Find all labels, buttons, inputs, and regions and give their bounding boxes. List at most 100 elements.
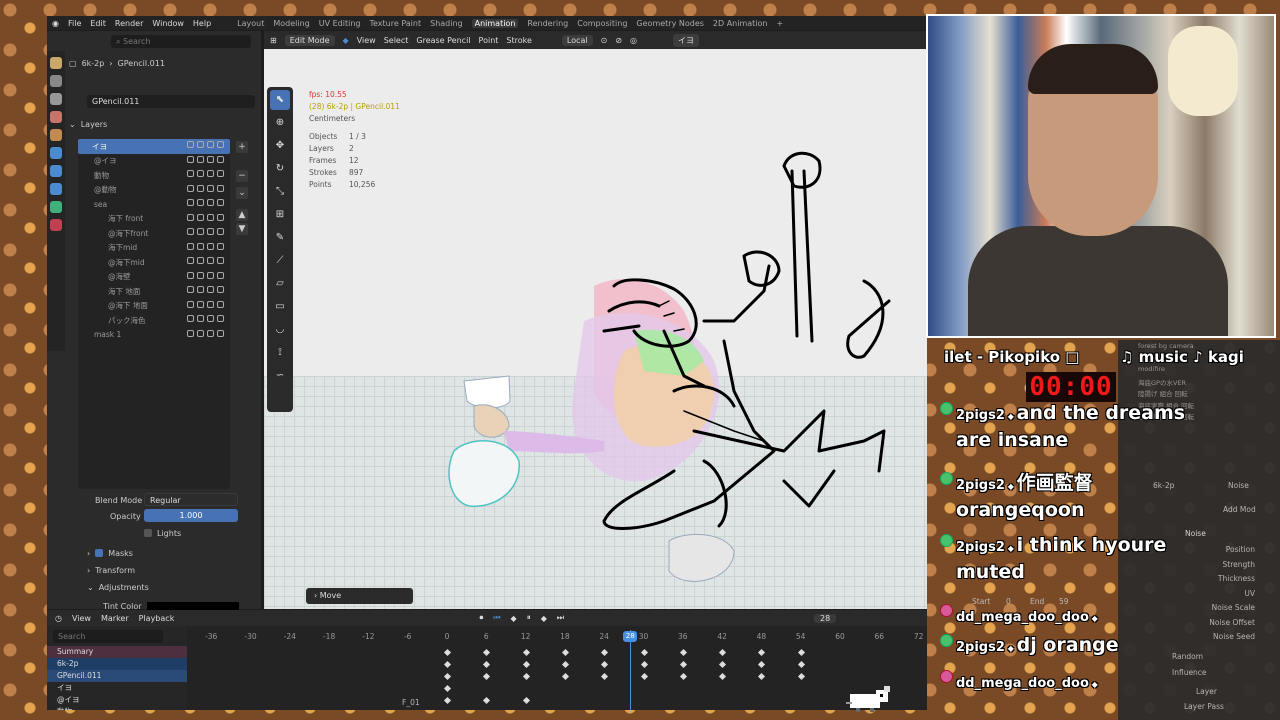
constraints-tab-icon[interactable] (50, 183, 62, 195)
editor-type-icon[interactable]: ◷ (55, 614, 62, 623)
onion-toggle-icon[interactable] (197, 141, 204, 148)
3d-viewport[interactable]: ⊞ Edit Mode ◆ View Select Grease Pencil … (264, 31, 927, 609)
keyframe[interactable] (483, 660, 491, 669)
keyframe[interactable] (797, 672, 805, 681)
workspace-tab-animation[interactable]: Animation (471, 18, 519, 28)
visibility-eye-icon[interactable] (207, 329, 214, 337)
move-layer-down-button[interactable]: ▼ (236, 223, 248, 235)
viewport-menu-view[interactable]: View (357, 36, 376, 45)
lock-icon[interactable] (217, 141, 224, 148)
lock-icon[interactable] (217, 170, 224, 177)
layer-row[interactable]: sea (78, 197, 230, 212)
frame-ruler[interactable]: -36 -30 -24 -18 -12 -6 0 6 12 18 24 2830 36 42 48 54 60 6… (187, 632, 927, 644)
layer-row[interactable]: @海下front (78, 226, 230, 241)
keyframe[interactable] (522, 696, 530, 705)
shader-fx-tab-icon[interactable] (50, 165, 62, 177)
channel-row[interactable]: GPencil.011 (47, 670, 187, 682)
proportional-icon[interactable]: ◎ (630, 36, 637, 45)
mask-toggle-icon[interactable] (187, 141, 194, 148)
keyframe[interactable] (483, 696, 491, 705)
keyframe[interactable] (797, 648, 805, 657)
keyframe[interactable] (601, 672, 609, 681)
to-sphere-tool-icon[interactable]: ▭ (270, 297, 290, 317)
workspace-tab-compositing[interactable]: Compositing (577, 19, 627, 28)
menu-edit[interactable]: Edit (90, 19, 106, 28)
channel-row[interactable]: 6k-2p (47, 658, 187, 670)
keyframe[interactable] (443, 672, 452, 681)
keyframe[interactable] (719, 648, 727, 657)
keyframe[interactable] (561, 672, 569, 681)
lock-icon[interactable] (217, 155, 224, 163)
lock-icon[interactable] (217, 213, 224, 221)
lock-icon[interactable] (217, 242, 224, 250)
viewport-menu-stroke[interactable]: Stroke (506, 36, 532, 45)
mask-toggle-icon[interactable] (187, 329, 194, 337)
data-tab-icon[interactable] (50, 201, 62, 213)
layer-row[interactable]: @動物 (78, 183, 230, 198)
layer-row[interactable]: @イヨ (78, 154, 230, 169)
lock-icon[interactable] (217, 257, 224, 264)
mask-toggle-icon[interactable] (187, 315, 194, 322)
lock-icon[interactable] (217, 300, 224, 308)
lights-checkbox[interactable] (144, 529, 152, 537)
keyframe-area[interactable] (187, 646, 927, 710)
workspace-tab-texture-paint[interactable]: Texture Paint (369, 19, 421, 28)
mask-toggle-icon[interactable] (187, 271, 194, 279)
shear-tool-icon[interactable]: ▱ (270, 274, 290, 294)
keyframe[interactable] (719, 672, 727, 681)
datablock-field[interactable]: GPencil.011 (87, 95, 255, 108)
menu-file[interactable]: File (68, 19, 81, 28)
last-operator-panel[interactable]: › Move (306, 588, 413, 604)
mask-toggle-icon[interactable] (187, 242, 194, 250)
mask-toggle-icon[interactable] (187, 286, 194, 293)
keyframe[interactable] (443, 660, 452, 669)
next-key-icon[interactable]: ◆ (541, 614, 547, 623)
dope-sheet-timeline[interactable]: ◷ View Marker Playback ⏺ ⏮ ◆ ⏸ ◆ ⏭ 28 Se… (47, 610, 927, 710)
blend-mode-select[interactable]: Regular (144, 493, 238, 506)
onion-toggle-icon[interactable] (197, 199, 204, 206)
add-workspace-button[interactable]: + (776, 19, 783, 28)
workspace-tab-shading[interactable]: Shading (430, 19, 463, 28)
timeline-menu-view[interactable]: View (72, 614, 91, 623)
lock-icon[interactable] (217, 315, 224, 322)
mask-toggle-icon[interactable] (187, 155, 194, 163)
opacity-slider[interactable]: 1.000 (144, 509, 238, 522)
workspace-tab-layout[interactable]: Layout (237, 19, 264, 28)
mode-select[interactable]: Edit Mode (284, 34, 335, 46)
onion-toggle-icon[interactable] (197, 257, 204, 264)
keyframe[interactable] (640, 672, 648, 681)
masks-checkbox[interactable] (95, 549, 104, 557)
viewport-menu-select[interactable]: Select (384, 36, 409, 45)
select-mode-icon[interactable]: ◆ (343, 36, 349, 45)
lock-icon[interactable] (217, 228, 224, 235)
mask-toggle-icon[interactable] (187, 213, 194, 221)
layer-row[interactable]: 動物 (78, 168, 230, 183)
select-tool-icon[interactable]: ⬉ (270, 90, 290, 110)
scene-tab-icon[interactable] (50, 111, 62, 123)
mask-toggle-icon[interactable] (187, 199, 194, 206)
layer-row[interactable]: @海壁 (78, 270, 230, 285)
layer-row[interactable]: 海下 front (78, 212, 230, 227)
onion-toggle-icon[interactable] (197, 315, 204, 322)
transform-panel-header[interactable]: › Transform (87, 563, 135, 577)
orientation-select[interactable]: Local (561, 34, 593, 46)
workspace-tab-modeling[interactable]: Modeling (273, 19, 309, 28)
mask-toggle-icon[interactable] (187, 170, 194, 177)
layer-row[interactable]: @海下mid (78, 255, 230, 270)
snap-icon[interactable]: ⊘ (615, 36, 622, 45)
keyframe[interactable] (679, 672, 687, 681)
timeline-menu-marker[interactable]: Marker (101, 614, 129, 623)
modifier-tab-icon[interactable] (50, 147, 62, 159)
object-tab-icon[interactable] (50, 129, 62, 141)
menu-window[interactable]: Window (152, 19, 184, 28)
visibility-eye-icon[interactable] (207, 170, 214, 177)
visibility-eye-icon[interactable] (207, 242, 214, 250)
keyframe[interactable] (443, 684, 452, 693)
viewport-menu-grease-pencil[interactable]: Grease Pencil (416, 36, 470, 45)
keyframe[interactable] (679, 660, 687, 669)
jump-start-icon[interactable]: ⏮ (493, 613, 500, 623)
bend-tool-icon[interactable]: ⟋ (270, 251, 290, 271)
pivot-icon[interactable]: ⊙ (601, 36, 608, 45)
keyframe[interactable] (797, 660, 805, 669)
remove-layer-button[interactable]: − (236, 170, 248, 182)
